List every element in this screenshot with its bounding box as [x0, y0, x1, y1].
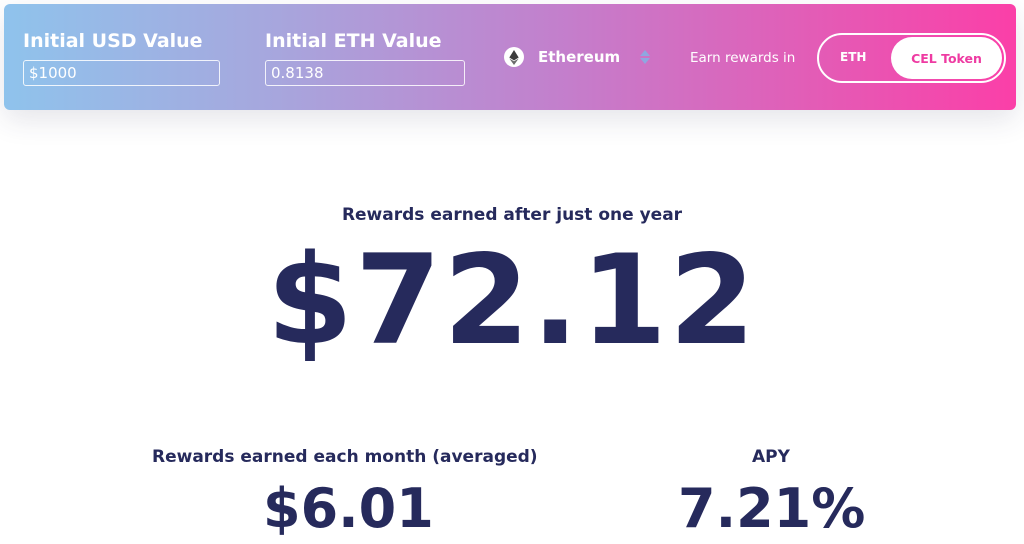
apy-value: 7.21% [678, 477, 866, 540]
usd-value-label: Initial USD Value [23, 30, 203, 52]
eth-value-label: Initial ETH Value [265, 30, 442, 52]
coin-selector[interactable]: Ethereum [504, 47, 651, 67]
eth-value-group: Initial ETH Value [265, 30, 465, 86]
monthly-rewards-value: $6.01 [263, 477, 434, 540]
ethereum-icon [504, 47, 524, 67]
coin-name: Ethereum [538, 48, 621, 66]
eth-value-input[interactable] [265, 60, 465, 86]
reward-currency-toggle: ETH CEL Token [817, 33, 1006, 83]
usd-value-input[interactable] [23, 60, 220, 86]
calculator-header: Initial USD Value Initial ETH Value Ethe… [4, 4, 1016, 110]
toggle-option-cel-token[interactable]: CEL Token [891, 37, 1002, 79]
apy-label: APY [752, 447, 790, 467]
yearly-rewards-heading: Rewards earned after just one year [341, 205, 683, 225]
monthly-rewards-label: Rewards earned each month (averaged) [152, 447, 538, 467]
up-down-arrows-icon [640, 50, 651, 64]
usd-value-group: Initial USD Value [23, 30, 220, 86]
yearly-rewards-amount: $72.12 [266, 229, 758, 373]
earn-rewards-label: Earn rewards in [690, 50, 796, 66]
toggle-option-eth[interactable]: ETH [840, 50, 866, 64]
